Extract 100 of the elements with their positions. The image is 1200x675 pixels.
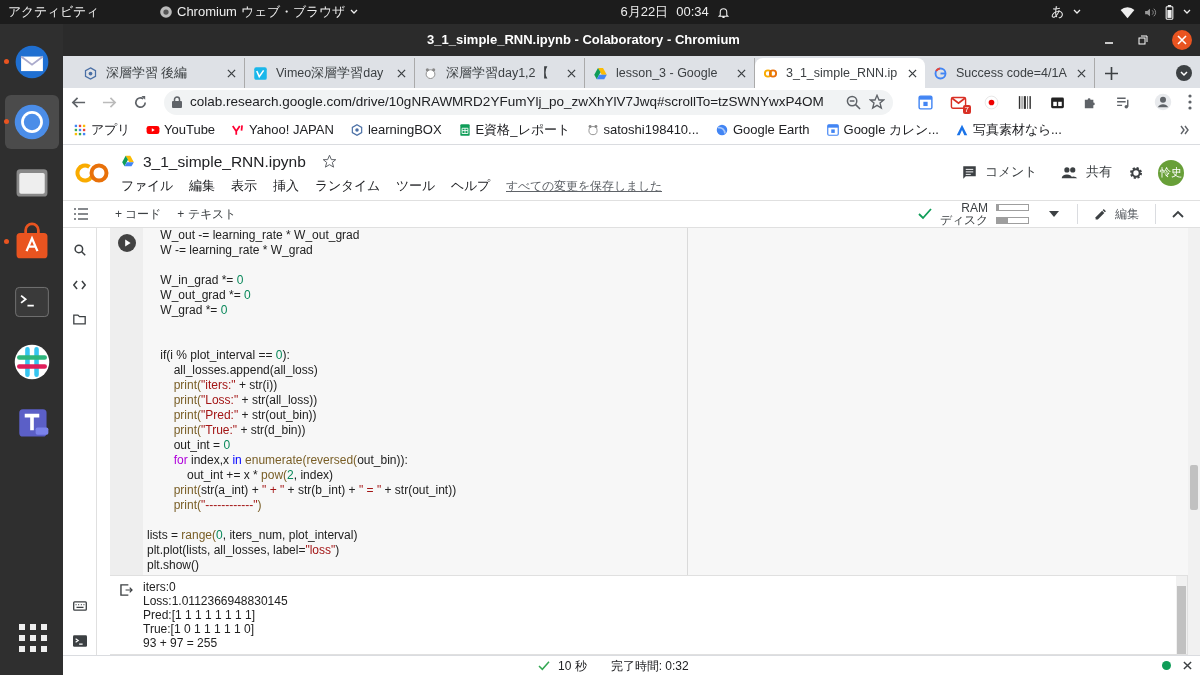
calendar-icon <box>825 123 840 137</box>
play-logo-icon <box>146 123 160 137</box>
menu-item[interactable]: 編集 <box>189 176 215 196</box>
code-line: plt.plot(lists, all_losses, label="loss") <box>147 543 341 558</box>
calendar-icon[interactable] <box>917 93 934 111</box>
code-cell[interactable] <box>110 228 1188 575</box>
bookmark[interactable]: Google Earth <box>714 120 810 140</box>
notification-count: 7 <box>962 104 971 114</box>
save-status-link[interactable]: すべての変更を保存しました <box>506 177 662 196</box>
drive-icon <box>121 154 135 169</box>
comment-button[interactable]: コメント <box>954 163 1045 182</box>
run-duration: 10 秒 <box>558 657 587 675</box>
barcode-icon[interactable] <box>1016 93 1033 111</box>
output-line: Loss:1.0112366948830145 <box>143 594 289 608</box>
code-line: print("------------") <box>172 498 263 513</box>
zoom-icon[interactable] <box>846 94 861 110</box>
code-line: for index,x in enumerate(reversed(out_bin)): <box>172 453 409 468</box>
bell-icon <box>716 5 730 19</box>
star-icon[interactable] <box>321 153 337 169</box>
restore-icon[interactable] <box>1138 35 1148 45</box>
finish-time: 完了時間: 0:32 <box>610 657 689 675</box>
bookmark[interactable]: 写真素材なら... <box>954 120 1062 140</box>
close-icon[interactable] <box>567 68 576 78</box>
menu-item[interactable]: 挿入 <box>273 176 299 196</box>
badge-icon <box>349 123 364 137</box>
menu-item[interactable]: ヘルプ <box>451 176 490 196</box>
table-of-contents-icon[interactable] <box>74 208 88 220</box>
done-check-icon <box>538 660 550 671</box>
triangle-logo-icon <box>954 123 969 137</box>
reload-icon[interactable] <box>133 94 148 110</box>
search-icon[interactable] <box>73 244 86 256</box>
colab-logo-icon[interactable] <box>75 161 109 184</box>
bookmark[interactable]: YouTube <box>146 120 216 140</box>
menu-item[interactable]: ファイル <box>121 176 173 196</box>
output-line: True:[1 0 1 1 1 1 1 0] <box>143 622 255 636</box>
activities-button[interactable]: アクティビティ <box>8 2 99 22</box>
code-line: W_out -= learning_rate * W_out_grad <box>159 228 361 243</box>
input-method[interactable]: あ <box>1051 2 1064 22</box>
run-cell-icon[interactable] <box>117 234 136 252</box>
animal-icon <box>423 65 438 81</box>
code-icon[interactable] <box>73 280 86 290</box>
star-icon[interactable] <box>869 94 885 110</box>
bookmark[interactable]: Yahoo! JAPAN <box>231 120 334 140</box>
close-icon[interactable] <box>227 68 236 78</box>
app-grid-icon[interactable] <box>16 622 47 652</box>
bookmark[interactable]: Google カレン... <box>825 120 939 140</box>
bookmark[interactable]: E資格_レポート <box>457 120 570 140</box>
notebook-title[interactable]: 3_1_simple_RNN.ipynb <box>143 149 306 173</box>
menu-item[interactable]: 表示 <box>231 176 257 196</box>
add-code-button[interactable]: + コード <box>107 205 170 223</box>
close-icon[interactable] <box>1077 68 1086 78</box>
code-line: print("iters:" + str(i)) <box>172 378 279 393</box>
menu-item[interactable]: ツール <box>396 176 435 196</box>
keyboard-icon[interactable] <box>72 601 87 611</box>
add-text-button[interactable]: + テキスト <box>169 205 244 223</box>
output-scrollbar[interactable] <box>1176 576 1187 654</box>
browser-tab[interactable]: 3_1_simple_RNN.ip <box>755 58 925 88</box>
code-line: print(str(a_int) + " + " + str(b_int) + " = " + str(out_int)) <box>172 483 458 498</box>
record-icon[interactable] <box>983 93 1000 111</box>
chevron-up-icon[interactable] <box>1172 210 1184 218</box>
settings-icon[interactable] <box>1128 164 1144 181</box>
close-icon[interactable] <box>397 68 406 78</box>
google-icon <box>933 65 948 81</box>
close-icon[interactable] <box>1183 661 1192 670</box>
bookmark[interactable]: satoshi198410... <box>585 120 699 140</box>
clock-label[interactable]: 00:34 <box>676 2 709 22</box>
date-label[interactable]: 6月22日 <box>620 2 669 22</box>
close-icon[interactable] <box>737 68 746 78</box>
output-line: Pred:[1 1 1 1 1 1 1 1] <box>143 608 257 622</box>
pencil-icon <box>1094 207 1107 221</box>
animal-icon <box>585 123 600 137</box>
code-line: print("Pred:" + str(out_bin)) <box>172 408 318 423</box>
bookmark[interactable]: learningBOX <box>349 120 442 140</box>
close-icon[interactable] <box>1172 30 1192 50</box>
folder-icon[interactable] <box>73 314 86 325</box>
terminal-icon[interactable] <box>72 635 87 647</box>
menu-item[interactable]: ランタイム <box>315 176 380 196</box>
output-icon[interactable] <box>120 584 133 596</box>
chevron-right-icon[interactable] <box>1180 125 1190 135</box>
y-logo-icon <box>231 123 246 137</box>
meter-label: RAM <box>960 201 988 214</box>
close-icon[interactable] <box>908 68 917 78</box>
profile-icon[interactable] <box>1154 93 1172 111</box>
tab-search-icon[interactable] <box>1176 65 1192 81</box>
bookmark[interactable]: アプリ <box>73 120 130 140</box>
edit-button[interactable]: 編集 <box>1086 205 1147 223</box>
wifi-icon <box>1120 5 1135 19</box>
browser-icon <box>159 5 173 19</box>
app-menu[interactable]: Chromium ウェブ・ブラウザ <box>177 2 345 22</box>
code-line: W -= learning_rate * W_grad <box>159 243 314 258</box>
dropdown-caret-icon[interactable] <box>1049 211 1059 217</box>
code-line: plt.show() <box>147 558 200 573</box>
more-icon[interactable] <box>1188 94 1192 110</box>
share-button[interactable]: 共有 <box>1053 163 1120 182</box>
comment-icon <box>962 165 977 180</box>
code-line: lists = range(0, iters_num, plot_interval) <box>147 528 359 543</box>
address-bar[interactable]: colab.research.google.com/drive/10gNRAWMRD2YFumYlj_po_zwXhYlV7Jwq#scrollTo=tzSWNYwxP4OM <box>164 89 893 115</box>
code-line: print("Loss:" + str(all_loss)) <box>172 393 319 408</box>
page-scrollbar[interactable] <box>1188 228 1200 655</box>
new-tab-icon[interactable] <box>1105 66 1118 80</box>
